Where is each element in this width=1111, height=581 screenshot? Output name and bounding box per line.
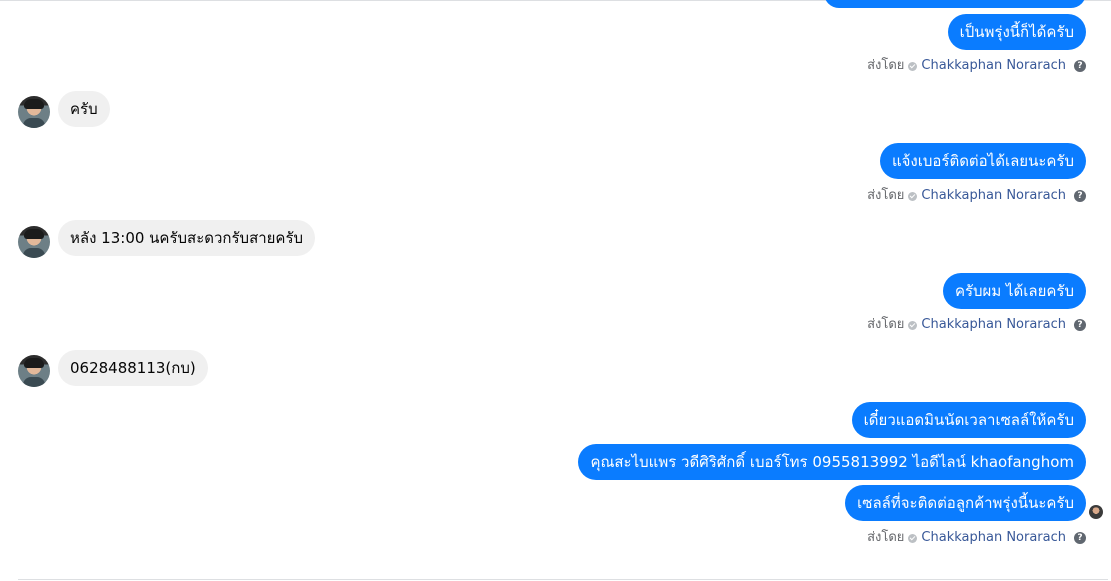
check-circle-icon	[908, 61, 918, 71]
avatar-icon[interactable]	[18, 355, 50, 387]
question-circle-icon[interactable]: ?	[1074, 319, 1086, 331]
message-bubble-incoming[interactable]: 0628488113(กบ)	[58, 350, 208, 386]
sender-name-link[interactable]: Chakkaphan Norarach	[921, 187, 1066, 205]
message-bubble-outgoing[interactable]: เดี๋ยวแอดมินนัดเวลาเซลล์ให้ครับ	[851, 402, 1086, 438]
message-bubble-incoming[interactable]: หลัง 13:00 นครับสะดวกรับสายครับ	[58, 220, 316, 256]
check-circle-icon	[908, 191, 918, 201]
question-circle-icon[interactable]: ?	[1074, 60, 1086, 72]
bottom-divider	[18, 579, 1108, 580]
sent-by-line: ส่งโดย Chakkaphan Norarach ?	[867, 529, 1086, 547]
seen-avatar-icon	[1089, 505, 1103, 519]
message-bubble-outgoing[interactable]: เป็นพรุ่งนี้ก็ได้ครับ	[947, 14, 1086, 50]
sent-by-line: ส่งโดย Chakkaphan Norarach ?	[867, 57, 1086, 75]
sender-name-link[interactable]: Chakkaphan Norarach	[921, 529, 1066, 547]
question-circle-icon[interactable]: ?	[1074, 532, 1086, 544]
message-bubble-outgoing[interactable]: เซลล์ที่จะติดต่อลูกค้าพรุ่งนี้นะครับ	[845, 485, 1086, 521]
message-bubble-outgoing[interactable]: คุณสะไบแพร วดีศิริศักดิ์ เบอร์โทร 095581…	[578, 444, 1086, 480]
sent-by-prefix: ส่งโดย	[867, 58, 905, 73]
sender-name-link[interactable]: Chakkaphan Norarach	[921, 57, 1066, 75]
sent-by-line: ส่งโดย Chakkaphan Norarach ?	[867, 316, 1086, 334]
check-circle-icon	[908, 320, 918, 330]
sent-by-prefix: ส่งโดย	[867, 317, 905, 332]
sent-by-line: ส่งโดย Chakkaphan Norarach ?	[867, 187, 1086, 205]
avatar-icon[interactable]	[18, 226, 50, 258]
message-bubble-incoming[interactable]: ครับ	[58, 91, 110, 127]
sent-by-prefix: ส่งโดย	[867, 530, 905, 545]
message-bubble-outgoing[interactable]: ครับผม ได้เลยครับ	[942, 273, 1086, 309]
message-bubble-outgoing-partial[interactable]	[824, 0, 1086, 8]
message-bubble-outgoing[interactable]: แจ้งเบอร์ติดต่อได้เลยนะครับ	[879, 143, 1086, 179]
check-circle-icon	[908, 533, 918, 543]
question-circle-icon[interactable]: ?	[1074, 190, 1086, 202]
avatar-icon[interactable]	[18, 96, 50, 128]
sender-name-link[interactable]: Chakkaphan Norarach	[921, 316, 1066, 334]
sent-by-prefix: ส่งโดย	[867, 188, 905, 203]
